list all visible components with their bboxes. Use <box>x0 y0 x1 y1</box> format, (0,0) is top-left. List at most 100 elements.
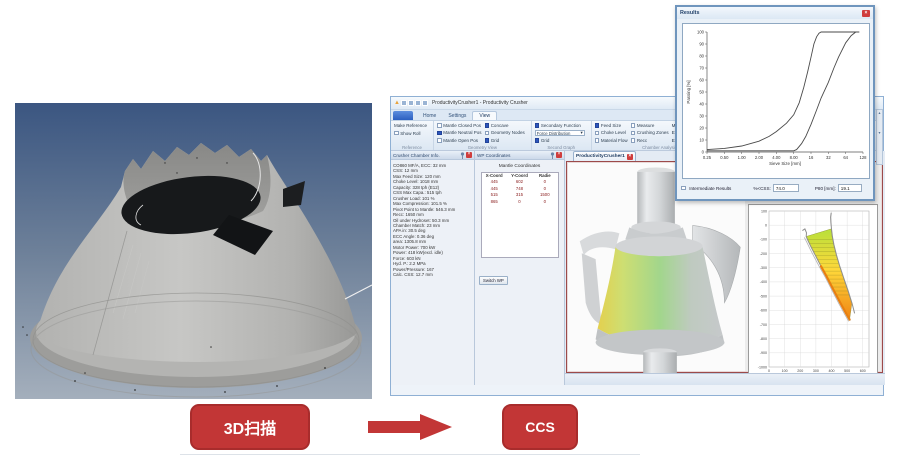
vertical-scrollbar[interactable]: ▴▾ <box>876 109 883 165</box>
svg-text:100: 100 <box>697 30 705 35</box>
chamber-profile-chart-frame: 0100200300400500600[mm]1000-100-200-300-… <box>748 204 878 382</box>
table-row[interactable]: 86500 <box>482 199 558 205</box>
ribbon-group-geometry-view: Mantle Closed PosMantle Neutral PosMantl… <box>434 121 532 150</box>
checkbox-feed-size[interactable] <box>595 123 600 128</box>
ribbon-item-grid[interactable]: Grid <box>485 137 525 144</box>
svg-text:60: 60 <box>699 78 704 83</box>
checkbox-grid[interactable] <box>535 138 540 143</box>
checkbox-show-roll[interactable] <box>394 131 399 136</box>
ribbon-item-show-roll[interactable]: Show Roll <box>394 129 427 136</box>
window-title: ProductivityCrusher1 - Productivity Crus… <box>432 100 528 106</box>
wp-coordinates-panel: WP Coordinates × Mantle Coordinates X-Co… <box>475 151 565 385</box>
svg-text:-500: -500 <box>760 294 767 298</box>
slide-divider <box>180 454 640 455</box>
svg-text:-1000: -1000 <box>758 365 767 369</box>
results-title: Results <box>680 10 699 16</box>
info-line: Calc. CSS: 12.7 mm <box>393 272 472 277</box>
ribbon-item-mantle-open-pos[interactable]: Mantle Open Pos <box>437 137 481 144</box>
svg-text:40: 40 <box>699 102 704 107</box>
checkbox-choke-level[interactable] <box>595 131 600 136</box>
dropdown-force-distribution[interactable]: Force Distribution▾ <box>535 130 585 136</box>
close-icon[interactable]: × <box>556 152 562 158</box>
ribbon-item-material-flow[interactable]: Material Flow <box>595 137 628 144</box>
checkbox-mantle-closed-pos[interactable] <box>437 123 442 128</box>
close-icon[interactable]: × <box>862 10 870 17</box>
svg-text:128: 128 <box>860 155 868 160</box>
ribbon-group-name: Second Graph <box>532 145 591 150</box>
checkbox-recc[interactable] <box>631 138 636 143</box>
close-icon[interactable]: × <box>627 154 633 160</box>
ribbon-item-crushing-zones[interactable]: Crushing Zones <box>631 129 669 136</box>
chamber-info-panel-title: Crusher Chamber Info. <box>393 153 440 158</box>
ribbon-item-mantle-closed-pos[interactable]: Mantle Closed Pos <box>437 122 481 129</box>
svg-text:80: 80 <box>699 54 704 59</box>
ribbon-item-geometry-nodes[interactable]: Geometry Nodes <box>485 129 525 136</box>
qat-icon-2[interactable] <box>408 100 414 106</box>
ribbon-item-feed-size[interactable]: Feed Size <box>595 122 628 129</box>
mantle-coordinates-title: Mantle Coordinates <box>475 164 564 169</box>
mantle-coordinates-table[interactable]: X-CoordY-CoordRadie445602044574805153151… <box>481 172 559 258</box>
svg-text:64: 64 <box>843 155 848 160</box>
scan-3d-mesh <box>15 103 372 399</box>
results-chart-frame: 01020304050607080901000.250.501.002.004.… <box>682 23 870 179</box>
checkbox-secondary-function[interactable] <box>535 123 540 128</box>
screen: 3D扫描 CCS ▲ ProductivityCrusher1 - Produc… <box>0 0 900 460</box>
svg-text:8.00: 8.00 <box>790 155 799 160</box>
svg-text:Passing [%]: Passing [%] <box>686 80 691 103</box>
css-field-value[interactable]: 74.0 <box>773 184 799 192</box>
app-icon: ▲ <box>394 100 400 106</box>
document-tab[interactable]: ProductivityCrusher1 × <box>573 151 636 161</box>
qat-icon-1[interactable] <box>401 100 407 106</box>
checkbox-measure[interactable] <box>631 123 636 128</box>
pin-icon[interactable] <box>550 152 555 159</box>
flow-arrow-icon <box>368 414 452 440</box>
checkbox-mantle-open-pos[interactable] <box>437 138 442 143</box>
scan-3d-view <box>15 103 372 399</box>
svg-text:4.00: 4.00 <box>772 155 781 160</box>
checkbox-geometry-nodes[interactable] <box>485 131 490 136</box>
ribbon-item-force-distribution[interactable]: Force Distribution▾ <box>535 129 585 136</box>
ribbon-item-recc[interactable]: Recc <box>631 137 669 144</box>
ribbon-item-measure[interactable]: Measure <box>631 122 669 129</box>
tab-settings[interactable]: Settings <box>442 111 472 120</box>
wp-panel-title: WP Coordinates <box>477 153 510 158</box>
svg-text:-400: -400 <box>760 280 767 284</box>
document-tab-label: ProductivityCrusher1 <box>576 154 625 159</box>
cell: 0 <box>532 199 557 205</box>
svg-text:0: 0 <box>702 150 705 155</box>
svg-text:70: 70 <box>699 66 704 71</box>
checkbox-crushing-zones[interactable] <box>631 131 636 136</box>
app-menu-button[interactable] <box>393 111 413 120</box>
checkbox-mantle-neutral-pos[interactable] <box>437 131 442 136</box>
pin-icon[interactable] <box>460 152 465 159</box>
svg-text:-900: -900 <box>760 351 767 355</box>
ribbon-item-make-reference[interactable]: Make Reference <box>394 122 427 129</box>
svg-text:30: 30 <box>699 114 704 119</box>
flow-step-ccs-label: CCS <box>525 419 555 435</box>
checkbox-concave[interactable] <box>485 123 490 128</box>
qat-icon-3[interactable] <box>415 100 421 106</box>
ribbon-group-reference: Make ReferenceShow Roll Reference <box>391 121 434 150</box>
checkbox-grid[interactable] <box>485 138 490 143</box>
ribbon-item-grid[interactable]: Grid <box>535 137 585 144</box>
svg-text:32: 32 <box>826 155 831 160</box>
ribbon-item-concave[interactable]: Concave <box>485 122 525 129</box>
checkbox-material-flow[interactable] <box>595 138 600 143</box>
tab-home[interactable]: Home <box>417 111 442 120</box>
switch-wp-button[interactable]: Switch WP <box>479 276 508 285</box>
ribbon-item-mantle-neutral-pos[interactable]: Mantle Neutral Pos <box>437 129 481 136</box>
results-footer: Intermediate Results %<CSS: 74.0 P80 [mm… <box>677 180 873 196</box>
ribbon-group-name: Reference <box>391 145 433 150</box>
svg-text:20: 20 <box>699 126 704 131</box>
p80-field-value[interactable]: 19.1 <box>838 184 862 192</box>
svg-text:10: 10 <box>699 138 704 143</box>
close-icon[interactable]: × <box>466 152 472 158</box>
ribbon-item-secondary-function[interactable]: Secondary Function <box>535 122 585 129</box>
svg-text:-700: -700 <box>760 323 767 327</box>
chamber-info-panel-header: Crusher Chamber Info. × <box>391 151 474 160</box>
intermediate-results-checkbox[interactable] <box>681 186 686 191</box>
qat-icon-4[interactable] <box>422 100 428 106</box>
svg-text:90: 90 <box>699 42 704 47</box>
ribbon-item-choke-level[interactable]: Choke Level <box>595 129 628 136</box>
tab-view[interactable]: View <box>472 111 497 120</box>
